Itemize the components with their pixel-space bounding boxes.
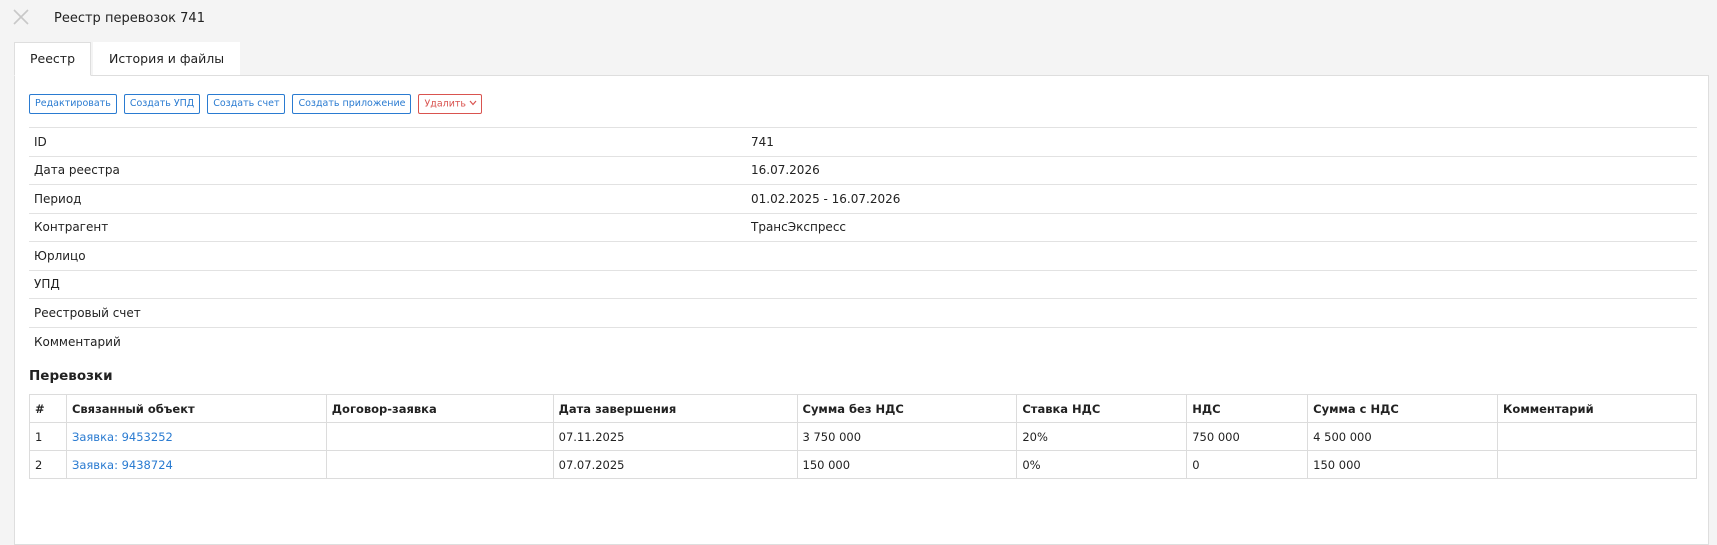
detail-value: ТрансЭкспресс	[746, 212, 1697, 242]
column-header[interactable]: Комментарий	[1497, 394, 1697, 423]
detail-row: Дата реестра 16.07.2026	[29, 155, 1697, 185]
window-titlebar: Реестр перевозок 741	[0, 0, 1717, 40]
transports-section-title: Перевозки	[29, 368, 113, 384]
linked-object-cell: Заявка: 9438724	[65, 450, 327, 479]
detail-key: Юрлицо	[29, 241, 746, 270]
detail-value: 741	[746, 127, 1697, 156]
table-header-row: # Связанный объект Договор-заявка Дата з…	[29, 394, 1697, 423]
detail-key: Контрагент	[29, 212, 746, 242]
toolbar: Редактировать Создать УПД Создать счет С…	[29, 94, 483, 114]
detail-row: Реестровый счет	[29, 298, 1697, 327]
vat-rate-cell: 20%	[1016, 422, 1188, 451]
registry-panel: Редактировать Создать УПД Создать счет С…	[14, 75, 1709, 545]
detail-key: Дата реестра	[29, 155, 746, 185]
detail-key: ID	[29, 127, 746, 156]
transports-table: # Связанный объект Договор-заявка Дата з…	[29, 394, 1697, 479]
edit-button[interactable]: Редактировать	[29, 94, 117, 114]
registry-details-table: ID 741 Дата реестра 16.07.2026 Период 01.02…	[29, 127, 1697, 356]
create-upd-button[interactable]: Создать УПД	[123, 94, 201, 114]
column-header[interactable]: #	[29, 394, 67, 423]
amount-incl-vat-cell: 4 500 000	[1307, 422, 1499, 451]
detail-row: ID 741	[29, 127, 1697, 156]
detail-row: Период 01.02.2025 - 16.07.2026	[29, 184, 1697, 213]
create-attachment-button[interactable]: Создать приложение	[292, 94, 412, 114]
comment-cell	[1497, 450, 1697, 479]
detail-key: Реестровый счет	[29, 298, 746, 327]
table-row: 1 Заявка: 9453252 07.11.2025 3 750 000 2…	[29, 422, 1697, 451]
linked-object-cell: Заявка: 9453252	[65, 422, 327, 451]
column-header[interactable]: НДС	[1186, 394, 1309, 423]
detail-value	[746, 298, 1697, 327]
vat-cell: 0	[1186, 450, 1309, 479]
detail-value	[746, 326, 1697, 356]
column-header[interactable]: Сумма с НДС	[1307, 394, 1499, 423]
detail-value: 01.02.2025 - 16.07.2026	[746, 184, 1697, 213]
detail-value	[746, 241, 1697, 270]
delete-dropdown-button[interactable]: Удалить	[418, 94, 483, 114]
tab-history-files[interactable]: История и файлы	[93, 42, 241, 76]
amount-excl-vat-cell: 150 000	[796, 450, 1018, 479]
tab-registry[interactable]: Реестр	[14, 42, 92, 76]
chevron-down-icon	[469, 95, 477, 113]
detail-row: Комментарий	[29, 326, 1697, 356]
vat-rate-cell: 0%	[1016, 450, 1188, 479]
create-invoice-button[interactable]: Создать счет	[207, 94, 286, 114]
contract-request-cell	[325, 422, 554, 451]
column-header[interactable]: Ставка НДС	[1016, 394, 1188, 423]
row-number: 1	[29, 422, 67, 451]
vat-cell: 750 000	[1186, 422, 1309, 451]
detail-value	[746, 269, 1697, 299]
amount-excl-vat-cell: 3 750 000	[796, 422, 1018, 451]
detail-row: Юрлицо	[29, 241, 1697, 270]
delete-button-label: Удалить	[424, 98, 467, 110]
close-icon[interactable]	[12, 8, 32, 28]
detail-key: УПД	[29, 269, 746, 299]
detail-key: Комментарий	[29, 326, 746, 356]
table-row: 2 Заявка: 9438724 07.07.2025 150 000 0% …	[29, 450, 1697, 479]
column-header[interactable]: Сумма без НДС	[796, 394, 1018, 423]
detail-key: Период	[29, 184, 746, 213]
contract-request-cell	[325, 450, 554, 479]
tab-bar: Реестр История и файлы	[14, 42, 241, 76]
row-number: 2	[29, 450, 67, 479]
column-header[interactable]: Дата завершения	[552, 394, 798, 423]
page-title: Реестр перевозок 741	[54, 11, 205, 26]
column-header[interactable]: Договор-заявка	[325, 394, 554, 423]
column-header[interactable]: Связанный объект	[65, 394, 327, 423]
amount-incl-vat-cell: 150 000	[1307, 450, 1499, 479]
detail-row: УПД	[29, 269, 1697, 299]
detail-row: Контрагент ТрансЭкспресс	[29, 212, 1697, 242]
detail-value: 16.07.2026	[746, 155, 1697, 185]
completion-date-cell: 07.11.2025	[552, 422, 798, 451]
linked-object-link[interactable]: Заявка: 9438724	[72, 458, 173, 472]
linked-object-link[interactable]: Заявка: 9453252	[72, 430, 173, 444]
completion-date-cell: 07.07.2025	[552, 450, 798, 479]
comment-cell	[1497, 422, 1697, 451]
